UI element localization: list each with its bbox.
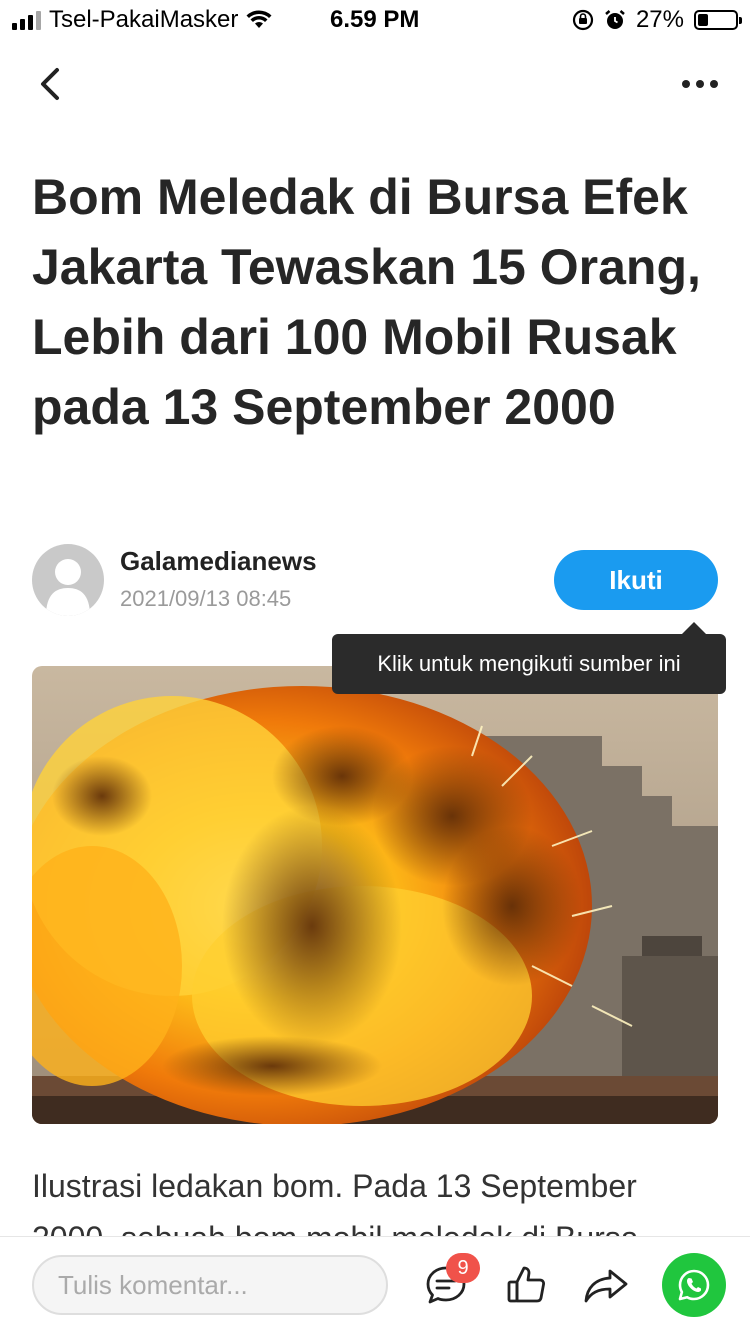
publish-date: 2021/09/13 08:45 xyxy=(120,586,292,611)
article-title: Bom Meledak di Bursa Efek Jakarta Tewask… xyxy=(32,169,701,435)
share-button[interactable] xyxy=(576,1255,636,1315)
chevron-left-icon xyxy=(41,68,59,100)
author-name[interactable]: Galamedianews xyxy=(120,546,317,577)
wifi-icon xyxy=(246,10,272,28)
thumbs-up-icon xyxy=(507,1266,545,1303)
like-button[interactable] xyxy=(496,1255,556,1315)
status-right: 27% xyxy=(572,6,742,34)
status-left: Tsel-PakaiMasker xyxy=(12,6,272,34)
carrier-label: Tsel-PakaiMasker xyxy=(49,6,239,33)
comment-count-badge: 9 xyxy=(446,1253,480,1283)
follow-tooltip: Klik untuk mengikuti sumber ini xyxy=(332,622,726,694)
orientation-lock-icon xyxy=(572,9,594,31)
whatsapp-icon xyxy=(678,1269,710,1301)
back-button[interactable] xyxy=(30,62,74,106)
avatar[interactable] xyxy=(32,544,104,616)
user-placeholder-icon xyxy=(46,559,90,616)
comment-input[interactable] xyxy=(32,1255,388,1315)
share-arrow-icon xyxy=(584,1269,628,1303)
battery-icon xyxy=(694,10,742,30)
bottom-action-bar: 9 xyxy=(0,1236,750,1335)
more-options-button[interactable] xyxy=(680,70,720,98)
signal-icon xyxy=(12,10,41,30)
follow-button[interactable]: Ikuti xyxy=(554,550,718,610)
status-time: 6.59 PM xyxy=(330,6,420,33)
whatsapp-share-button[interactable] xyxy=(662,1253,726,1317)
battery-percent: 27% xyxy=(635,6,684,33)
more-dots-icon xyxy=(682,80,718,88)
battery-fill xyxy=(698,14,708,26)
alarm-icon xyxy=(605,10,625,29)
status-bar: Tsel-PakaiMasker 6.59 PM 27% xyxy=(0,0,750,42)
explosion-illustration xyxy=(32,666,718,1124)
article-image[interactable] xyxy=(32,666,718,1124)
